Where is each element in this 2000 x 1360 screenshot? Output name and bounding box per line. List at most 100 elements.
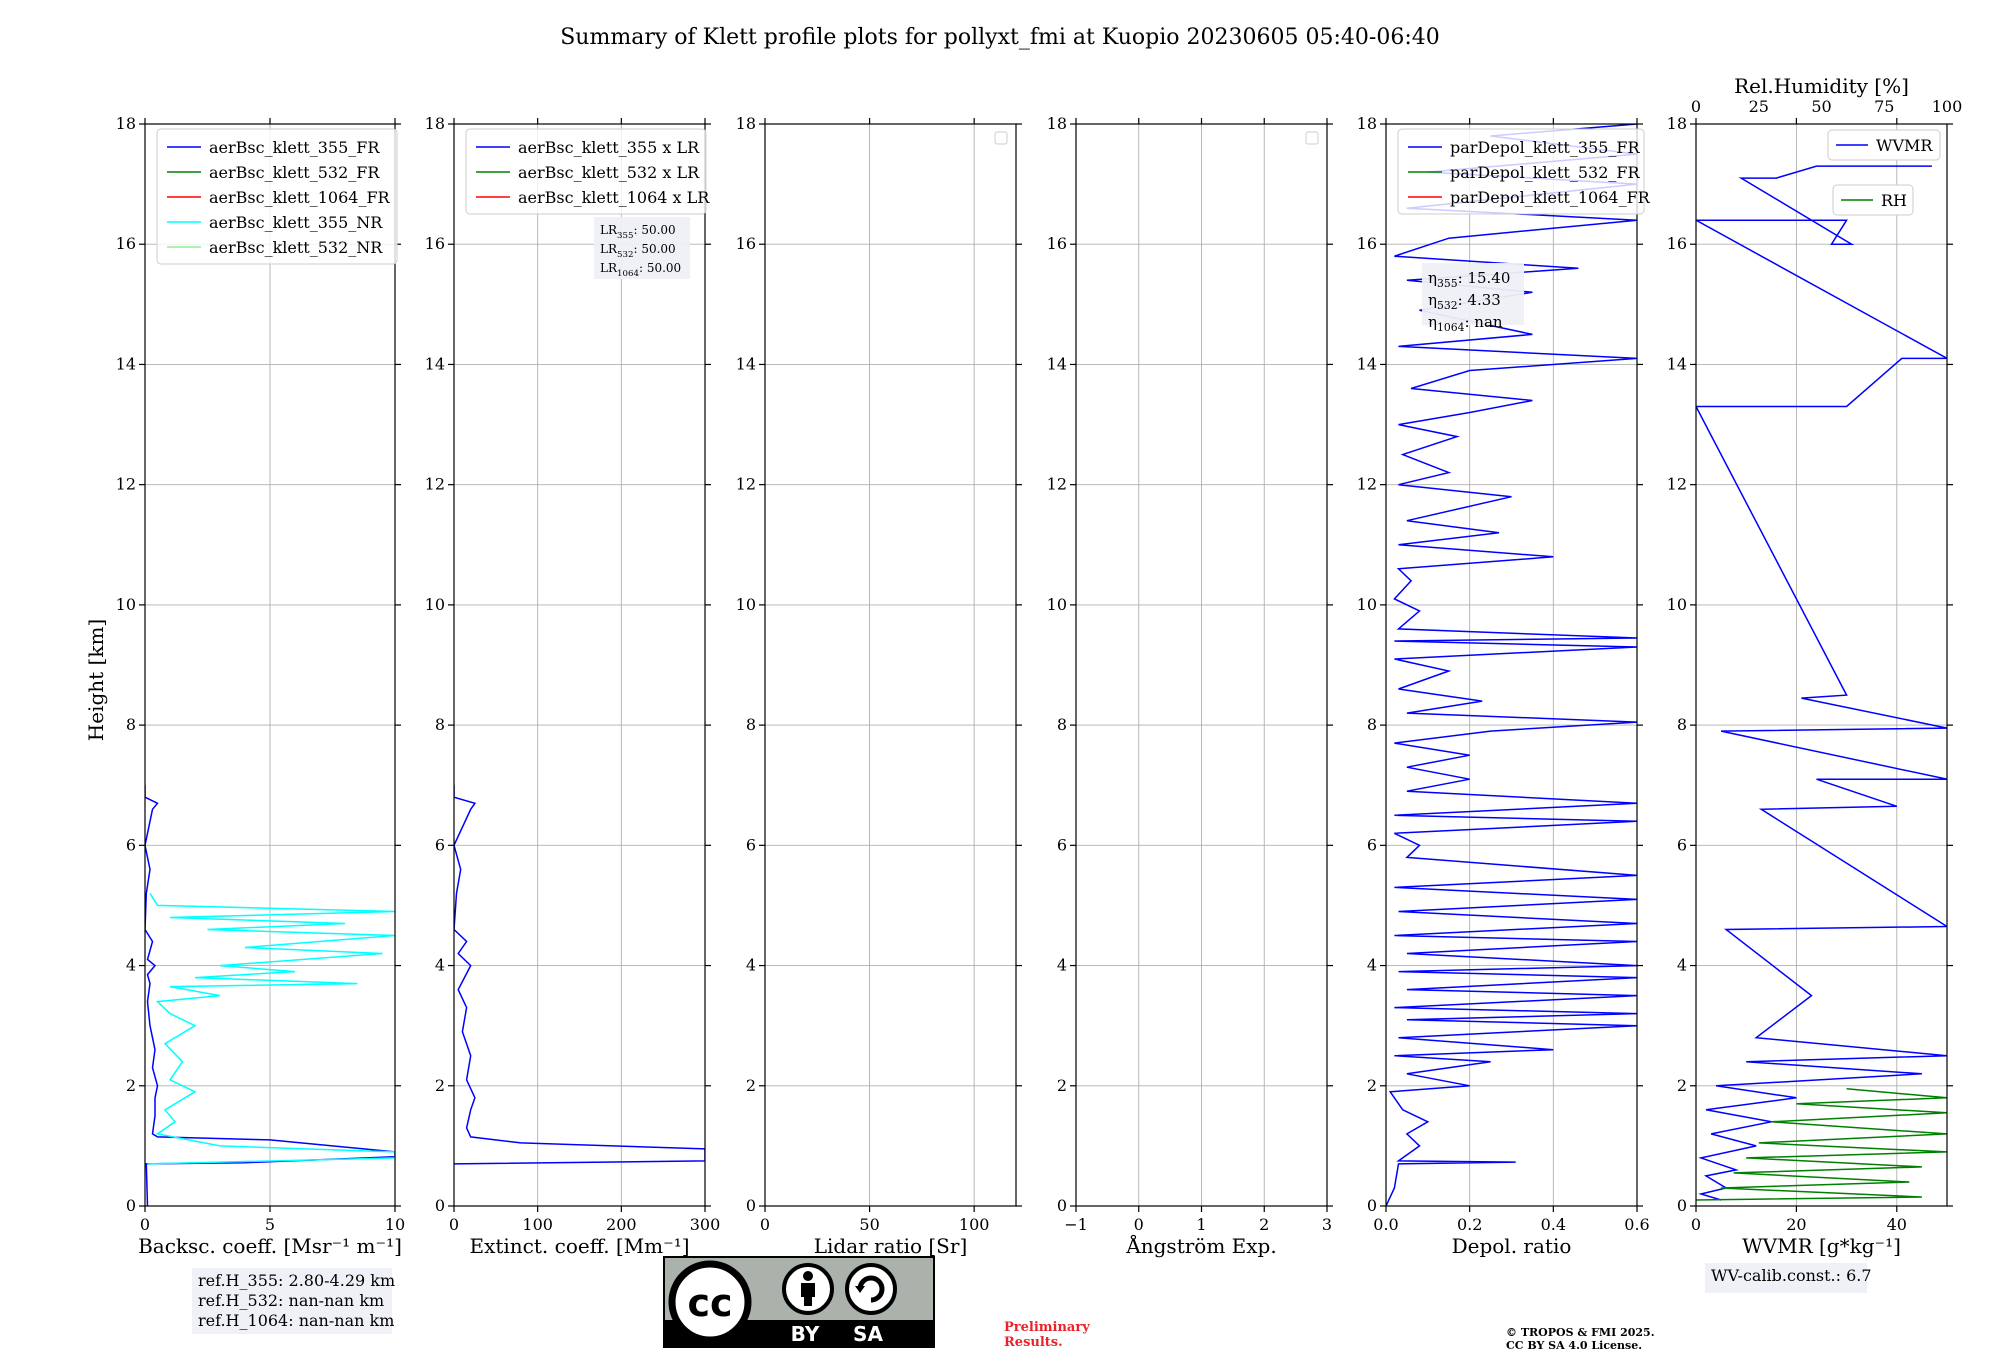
legend-label: aerBsc_klett_355 x LR bbox=[518, 138, 700, 157]
y-tick-label: 8 bbox=[1057, 715, 1067, 734]
axes-frame bbox=[764, 123, 1017, 1207]
y-tick-label: 4 bbox=[435, 956, 445, 975]
x-tick-label: 2 bbox=[1259, 1215, 1269, 1234]
y-tick-label: 2 bbox=[435, 1076, 445, 1095]
x2-tick-label: 100 bbox=[1932, 97, 1963, 116]
y-tick-label: 8 bbox=[1677, 715, 1687, 734]
x-tick-label: 0.4 bbox=[1541, 1215, 1566, 1234]
y-tick-label: 14 bbox=[1047, 354, 1067, 373]
x-tick-label: 0 bbox=[449, 1215, 459, 1234]
x2-tick-label: 25 bbox=[1749, 97, 1769, 116]
legend: aerBsc_klett_355 x LR aerBsc_klett_532 x … bbox=[465, 128, 710, 215]
legend-label: aerBsc_klett_1064 x LR bbox=[518, 188, 710, 207]
info-box-line: ref.H_355: 2.80-4.29 km bbox=[198, 1271, 395, 1290]
x-tick-label: 0.2 bbox=[1457, 1215, 1482, 1234]
legend-label: aerBsc_klett_532 x LR bbox=[518, 163, 700, 182]
y-axis-label: Height [km] bbox=[84, 619, 108, 741]
series-line-wvmr bbox=[1696, 165, 1947, 1201]
y-tick-label: 4 bbox=[126, 956, 136, 975]
preliminary-line-1: Preliminary bbox=[1004, 1320, 1090, 1335]
legend-label: parDepol_klett_355_FR bbox=[1450, 138, 1641, 157]
x-axis-label: Lidar ratio [Sr] bbox=[814, 1234, 968, 1258]
empty-legend bbox=[994, 131, 1008, 145]
y-tick-label: 0 bbox=[746, 1196, 756, 1215]
info-box: WV-calib.const.: 6.7 bbox=[1705, 1263, 1872, 1293]
by-label: BY bbox=[791, 1322, 820, 1346]
y-tick-label: 18 bbox=[736, 114, 756, 133]
y-tick-label: 12 bbox=[1047, 475, 1067, 494]
figure: Summary of Klett profile plots for polly… bbox=[84, 25, 1963, 1352]
legend-label: parDepol_klett_532_FR bbox=[1450, 163, 1641, 182]
axes-frame bbox=[453, 123, 706, 1207]
x2-axis-label: Rel.Humidity [%] bbox=[1734, 74, 1909, 98]
y-tick-label: 6 bbox=[746, 835, 756, 854]
legend-label: aerBsc_klett_355_NR bbox=[209, 213, 383, 232]
y-tick-label: 16 bbox=[116, 234, 136, 253]
x-tick-label: 0 bbox=[1134, 1215, 1144, 1234]
x-tick-label: 100 bbox=[959, 1215, 990, 1234]
y-tick-label: 12 bbox=[1667, 475, 1687, 494]
legend-label: aerBsc_klett_1064_FR bbox=[209, 188, 391, 207]
y-tick-label: 4 bbox=[1677, 956, 1687, 975]
info-box-line: ref.H_532: nan-nan km bbox=[198, 1291, 384, 1310]
y-tick-label: 14 bbox=[736, 354, 756, 373]
y-tick-label: 16 bbox=[1667, 234, 1687, 253]
y-tick-label: 2 bbox=[1677, 1076, 1687, 1095]
x-tick-label: 300 bbox=[690, 1215, 721, 1234]
x-tick-label: −1 bbox=[1064, 1215, 1088, 1234]
x2-tick-label: 75 bbox=[1874, 97, 1894, 116]
y-tick-label: 12 bbox=[736, 475, 756, 494]
x-tick-label: 3 bbox=[1322, 1215, 1332, 1234]
sharealike-icon bbox=[845, 1263, 897, 1315]
x-tick-label: 50 bbox=[859, 1215, 879, 1234]
panel-extinction: 0 2 4 6 8 10 12 14 16 18 0 100 200 300Extinct. coeff.… bbox=[425, 114, 721, 1258]
x-tick-label: 100 bbox=[522, 1215, 553, 1234]
y-tick-label: 2 bbox=[126, 1076, 136, 1095]
x-tick-label: 0 bbox=[1691, 1215, 1701, 1234]
y-tick-label: 16 bbox=[1047, 234, 1067, 253]
y-tick-label: 0 bbox=[1677, 1196, 1687, 1215]
y-tick-label: 10 bbox=[736, 595, 756, 614]
y-tick-label: 10 bbox=[1047, 595, 1067, 614]
y-tick-label: 16 bbox=[425, 234, 445, 253]
info-box: η355: 15.40η532: 4.33η1064: nan bbox=[1422, 263, 1524, 334]
x-axis-label: WVMR [g*kg⁻¹] bbox=[1742, 1234, 1901, 1258]
preliminary-note: Preliminary Results. bbox=[1004, 1320, 1090, 1350]
y-tick-label: 4 bbox=[1057, 956, 1067, 975]
y-tick-label: 8 bbox=[435, 715, 445, 734]
y-tick-label: 12 bbox=[1357, 475, 1377, 494]
y-tick-label: 4 bbox=[1367, 956, 1377, 975]
x-axis-label: Extinct. coeff. [Mm⁻¹] bbox=[469, 1234, 689, 1258]
x-axis-label: Ångström Exp. bbox=[1125, 1233, 1276, 1258]
y-tick-label: 0 bbox=[1367, 1196, 1377, 1215]
y-tick-label: 6 bbox=[126, 835, 136, 854]
y-tick-label: 6 bbox=[1677, 835, 1687, 854]
info-box: ref.H_355: 2.80-4.29 kmref.H_532: nan-na… bbox=[192, 1268, 395, 1334]
y-tick-label: 18 bbox=[1667, 114, 1687, 133]
person-icon bbox=[782, 1263, 834, 1315]
legend-wvmr: WVMR bbox=[1827, 129, 1941, 161]
x-tick-label: 1 bbox=[1196, 1215, 1206, 1234]
legend: aerBsc_klett_355_FR aerBsc_klett_532_FRae… bbox=[156, 128, 398, 265]
y-tick-label: 16 bbox=[736, 234, 756, 253]
y-tick-label: 14 bbox=[425, 354, 445, 373]
y-tick-label: 14 bbox=[116, 354, 136, 373]
y-tick-label: 10 bbox=[425, 595, 445, 614]
x-tick-label: 20 bbox=[1786, 1215, 1806, 1234]
y-tick-label: 0 bbox=[1057, 1196, 1067, 1215]
x-axis-label: Backsc. coeff. [Msr⁻¹ m⁻¹] bbox=[138, 1234, 402, 1258]
x-tick-label: 200 bbox=[606, 1215, 637, 1234]
cc-icon: cc bbox=[668, 1260, 752, 1344]
x-tick-label: 0 bbox=[140, 1215, 150, 1234]
panel-depol: 0 2 4 6 8 10 12 14 16 18 0.0 0.2 0.4 0.6 Depol. ratio p… bbox=[1357, 114, 1651, 1258]
series-line-aerbsc-klett-355-x-lr bbox=[454, 785, 705, 1165]
y-tick-label: 0 bbox=[435, 1196, 445, 1215]
y-tick-label: 2 bbox=[1367, 1076, 1377, 1095]
legend-label: aerBsc_klett_532_NR bbox=[209, 238, 383, 257]
x-tick-label: 5 bbox=[265, 1215, 275, 1234]
series-line-aerbsc-klett-355-nr bbox=[147, 893, 395, 1165]
y-tick-label: 8 bbox=[126, 715, 136, 734]
panel-wvmr: 0246810121416180 20 40WVMR [g*kg⁻¹]0 25 50 75… bbox=[1667, 74, 1963, 1293]
info-box-line: WV-calib.const.: 6.7 bbox=[1711, 1266, 1872, 1285]
copyright-line-2: CC BY SA 4.0 License. bbox=[1506, 1339, 1642, 1352]
